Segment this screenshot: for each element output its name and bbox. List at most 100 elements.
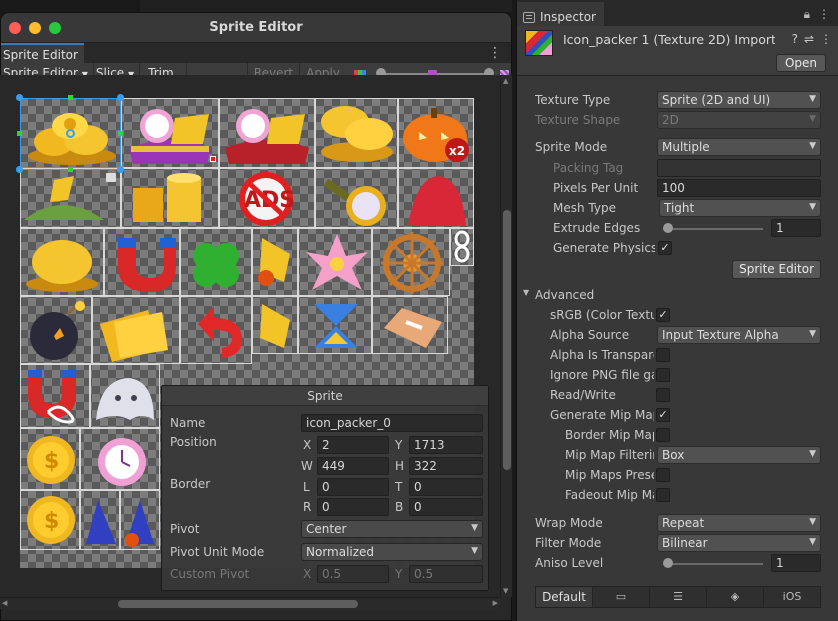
aniso-level-field[interactable]: 1 bbox=[771, 554, 821, 572]
aniso-slider-knob[interactable] bbox=[663, 558, 673, 568]
advanced-label: Advanced bbox=[535, 288, 595, 302]
clock-cushion-sprite bbox=[129, 109, 211, 164]
position-x-field[interactable]: 2 bbox=[317, 436, 389, 454]
lock-icon[interactable]: 🔒︎ bbox=[804, 7, 810, 22]
texture-type-dropdown[interactable]: Sprite (2D and UI) ▼ bbox=[657, 91, 821, 109]
custom-pivot-y-field[interactable]: 0.5 bbox=[409, 565, 483, 583]
selection-handle-left[interactable] bbox=[17, 131, 22, 136]
vertical-scroll-thumb[interactable] bbox=[503, 210, 511, 470]
border-l-field[interactable]: 0 bbox=[317, 478, 389, 496]
selection-handle-top-left[interactable] bbox=[16, 94, 23, 101]
alpha-transparency-checkbox[interactable] bbox=[656, 348, 670, 362]
texture-shape-value: 2D bbox=[662, 113, 679, 127]
coin-sprite: $ bbox=[27, 436, 75, 484]
selection-handle-top-right[interactable] bbox=[117, 94, 124, 101]
generate-physics-row: Generate Physics Shape ✓ bbox=[517, 239, 827, 259]
selection-handle-top[interactable] bbox=[68, 95, 73, 100]
window-menu-icon[interactable]: ⋮ bbox=[488, 45, 502, 61]
size-h-field[interactable]: 322 bbox=[409, 457, 483, 475]
tab-platform-android[interactable]: ◈ bbox=[707, 587, 764, 607]
open-button[interactable]: Open bbox=[775, 54, 826, 72]
pivot-handle-icon[interactable] bbox=[66, 129, 75, 138]
selection-handle-bottom[interactable] bbox=[68, 167, 73, 172]
vertical-scrollbar[interactable]: ▲ ▼ bbox=[500, 75, 512, 597]
alpha-source-dropdown[interactable]: Input Texture Alpha ▼ bbox=[657, 326, 821, 344]
pivot-unit-mode-value: Normalized bbox=[306, 545, 375, 559]
pivot-label: Pivot bbox=[170, 522, 200, 536]
alpha-transparency-label: Alpha Is Transparency bbox=[550, 348, 654, 362]
ignore-png-gamma-checkbox[interactable] bbox=[656, 368, 670, 382]
pivot-row: Pivot Center ▼ bbox=[170, 520, 483, 538]
window-titlebar[interactable]: Sprite Editor bbox=[1, 13, 511, 43]
lock-icon[interactable] bbox=[106, 173, 116, 182]
tab-inspector[interactable]: Inspector bbox=[517, 2, 604, 26]
custom-pivot-x-field[interactable]: 0.5 bbox=[317, 565, 389, 583]
scroll-left-arrow-icon[interactable]: ◀ bbox=[2, 599, 7, 607]
wrap-mode-dropdown[interactable]: Repeat ▼ bbox=[657, 514, 821, 532]
sprite-name-field[interactable]: icon_packer_0 bbox=[301, 414, 483, 432]
generate-mipmaps-checkbox[interactable]: ✓ bbox=[656, 408, 670, 422]
pink-flower-sprite bbox=[306, 234, 368, 290]
monitor-icon: ▭ bbox=[615, 590, 627, 603]
mesh-type-dropdown[interactable]: Tight ▼ bbox=[659, 199, 821, 217]
texture-thumbnail bbox=[525, 30, 553, 56]
border-mipmaps-checkbox[interactable] bbox=[656, 428, 670, 442]
kebab-menu-icon[interactable]: ⋮ bbox=[818, 7, 830, 22]
advanced-foldout[interactable]: ▼ Advanced bbox=[517, 286, 827, 306]
foldout-arrow-icon[interactable]: ▼ bbox=[523, 288, 529, 297]
horizontal-scroll-thumb[interactable] bbox=[118, 600, 358, 608]
scroll-up-arrow-icon[interactable]: ▲ bbox=[503, 77, 508, 85]
extrude-edges-slider-track[interactable] bbox=[663, 228, 763, 230]
pixels-per-unit-field[interactable]: 100 bbox=[657, 179, 821, 197]
zoom-window-button[interactable] bbox=[49, 21, 61, 34]
coin-heap-sprite bbox=[26, 240, 98, 292]
pivot-unit-mode-dropdown[interactable]: Normalized ▼ bbox=[301, 543, 483, 561]
header-icons: ? ⇌ ⋮ bbox=[792, 32, 832, 46]
platform-tabs: Default ▭ ☰ ◈ iOS bbox=[535, 586, 821, 608]
tab-platform-server[interactable]: ☰ bbox=[650, 587, 707, 607]
presets-icon[interactable]: ⇌ bbox=[804, 32, 814, 46]
kebab-menu-icon[interactable]: ⋮ bbox=[820, 32, 832, 46]
texture-shape-dropdown[interactable]: 2D ▼ bbox=[657, 111, 821, 129]
selection-handle-bottom-right[interactable] bbox=[117, 166, 124, 173]
selection-handle-bottom-left[interactable] bbox=[16, 166, 23, 173]
horizontal-scrollbar[interactable]: ◀ ▶ bbox=[0, 597, 500, 609]
tab-platform-standalone[interactable]: ▭ bbox=[593, 587, 650, 607]
border-r-field[interactable]: 0 bbox=[317, 498, 389, 516]
selection-handle-right[interactable] bbox=[118, 131, 123, 136]
aniso-slider-track[interactable] bbox=[663, 563, 763, 565]
close-window-button[interactable] bbox=[9, 21, 21, 34]
size-w-field[interactable]: 449 bbox=[317, 457, 389, 475]
extrude-edges-slider-knob[interactable] bbox=[663, 223, 673, 233]
filter-mode-dropdown[interactable]: Bilinear ▼ bbox=[657, 534, 821, 552]
clock-cushion-red-sprite bbox=[225, 109, 309, 164]
tab-platform-ios[interactable]: iOS bbox=[764, 587, 820, 607]
screen: Sprite Editor Sprite Editor ⋮ Sprite Edi… bbox=[0, 0, 838, 621]
sprite-mode-dropdown[interactable]: Multiple ▼ bbox=[657, 138, 821, 156]
mipmap-filtering-dropdown[interactable]: Box ▼ bbox=[657, 446, 821, 464]
position-y-field[interactable]: 1713 bbox=[409, 436, 483, 454]
help-icon[interactable]: ? bbox=[792, 32, 798, 46]
sprite-position-xy-row: X 2 Y 1713 bbox=[170, 436, 483, 454]
generate-physics-checkbox[interactable]: ✓ bbox=[658, 241, 672, 255]
scroll-right-arrow-icon[interactable]: ▶ bbox=[493, 599, 498, 607]
srgb-checkbox[interactable]: ✓ bbox=[656, 308, 670, 322]
tab-platform-default[interactable]: Default bbox=[536, 587, 593, 607]
mipmaps-preserve-coverage-checkbox[interactable] bbox=[656, 468, 670, 482]
extrude-edges-field[interactable]: 1 bbox=[771, 219, 821, 237]
bolt-2-sprite bbox=[260, 304, 290, 348]
scroll-down-arrow-icon[interactable]: ▼ bbox=[503, 587, 508, 595]
pivot-dropdown[interactable]: Center ▼ bbox=[301, 520, 483, 538]
minimize-window-button[interactable] bbox=[29, 21, 41, 34]
border-t-field[interactable]: 0 bbox=[409, 478, 483, 496]
tab-sprite-editor[interactable]: Sprite Editor bbox=[1, 43, 84, 63]
sprite-editor-button[interactable]: Sprite Editor bbox=[732, 260, 821, 279]
border-b-field[interactable]: 0 bbox=[409, 498, 483, 516]
packing-tag-field[interactable] bbox=[657, 159, 821, 177]
read-write-checkbox[interactable] bbox=[656, 388, 670, 402]
filter-mode-value: Bilinear bbox=[662, 536, 708, 550]
border-t-label: T bbox=[395, 480, 403, 494]
fadeout-mipmaps-checkbox[interactable] bbox=[656, 488, 670, 502]
size-h-label: H bbox=[395, 459, 405, 473]
chevron-down-icon: ▼ bbox=[809, 114, 816, 124]
